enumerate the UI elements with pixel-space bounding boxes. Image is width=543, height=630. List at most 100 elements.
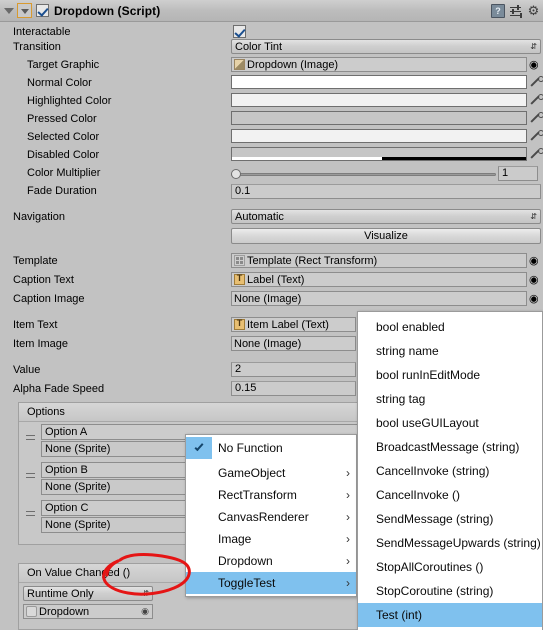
- template-value: Template (Rect Transform): [247, 254, 378, 267]
- item-text-field-wrap: Item Label (Text): [231, 317, 356, 332]
- label-interactable: Interactable: [13, 26, 71, 38]
- submenu-item-label: BroadcastMessage (string): [376, 440, 520, 454]
- event-target-row: Dropdown ◉: [19, 601, 383, 619]
- eyedropper-icon[interactable]: [529, 111, 543, 125]
- submenu-item-string-tag[interactable]: string tag: [358, 387, 542, 411]
- target-graphic-value: Dropdown (Image): [247, 58, 339, 71]
- menu-item-dropdown[interactable]: Dropdown ›: [186, 550, 356, 572]
- submenu-item-label: SendMessage (string): [376, 512, 494, 526]
- unity-inspector-panel: Dropdown (Script) ? ⚙ Interactable Trans…: [0, 0, 543, 630]
- label-value: Value: [13, 364, 41, 376]
- caption-image-object-field[interactable]: None (Image): [231, 291, 527, 306]
- transition-dropdown[interactable]: Color Tint ⇵: [231, 39, 541, 54]
- option-text-value: Option B: [45, 464, 88, 476]
- foldout-arrow-icon[interactable]: [4, 8, 14, 14]
- function-context-menu[interactable]: No Function GameObject › RectTransform ›…: [185, 434, 357, 597]
- chevron-updown-icon: ⇵: [142, 588, 149, 598]
- selected-color-swatch[interactable]: [231, 129, 527, 143]
- submenu-item-stopcoroutine-string[interactable]: StopCoroutine (string): [358, 579, 542, 603]
- object-picker-icon[interactable]: ◉: [529, 58, 539, 71]
- event-mode-dropdown[interactable]: Runtime Only ⇵: [23, 586, 153, 601]
- drag-handle-icon[interactable]: [26, 435, 35, 440]
- submenu-item-cancelinvoke-string[interactable]: CancelInvoke (string): [358, 459, 542, 483]
- caption-text-object-field[interactable]: Label (Text): [231, 272, 527, 287]
- label-normal-color: Normal Color: [27, 77, 92, 89]
- item-image-object-field[interactable]: None (Image): [231, 336, 356, 351]
- template-object-field[interactable]: Template (Rect Transform): [231, 253, 527, 268]
- object-picker-icon[interactable]: ◉: [529, 273, 539, 286]
- transition-dropdown-wrap: Color Tint ⇵: [231, 39, 541, 54]
- label-disabled-color: Disabled Color: [27, 149, 100, 161]
- drag-handle-icon[interactable]: [26, 473, 35, 478]
- function-submenu[interactable]: bool enabled string name bool runInEditM…: [357, 311, 543, 630]
- menu-item-canvasrenderer[interactable]: CanvasRenderer ›: [186, 506, 356, 528]
- menu-item-image[interactable]: Image ›: [186, 528, 356, 550]
- preset-sliders-icon[interactable]: [509, 4, 523, 18]
- slider-knob[interactable]: [231, 168, 241, 179]
- fade-duration-field[interactable]: 0.1: [231, 184, 541, 199]
- disabled-color-swatch[interactable]: [231, 147, 527, 161]
- help-book-icon[interactable]: ?: [491, 3, 505, 18]
- alpha-fade-speed-field[interactable]: 0.15: [231, 381, 356, 396]
- component-header[interactable]: Dropdown (Script) ? ⚙: [0, 0, 543, 22]
- object-picker-icon[interactable]: ◉: [529, 292, 539, 305]
- label-fade-duration: Fade Duration: [27, 185, 97, 197]
- gear-icon[interactable]: ⚙: [527, 4, 540, 17]
- submenu-item-stopallcoroutines[interactable]: StopAllCoroutines (): [358, 555, 542, 579]
- eyedropper-icon[interactable]: [529, 147, 543, 161]
- event-mode-value: Runtime Only: [27, 587, 94, 600]
- drag-handle-icon[interactable]: [26, 511, 35, 516]
- option-text-value: Option C: [45, 502, 89, 514]
- color-multiplier-value-field[interactable]: 1: [498, 166, 538, 181]
- chevron-right-icon: ›: [346, 488, 350, 502]
- pressed-color-swatch[interactable]: [231, 111, 527, 125]
- label-pressed-color: Pressed Color: [27, 113, 97, 125]
- submenu-item-broadcastmessage-string[interactable]: BroadcastMessage (string): [358, 435, 542, 459]
- submenu-item-sendmessage-string[interactable]: SendMessage (string): [358, 507, 542, 531]
- interactable-checkbox[interactable]: [233, 25, 246, 38]
- object-picker-icon[interactable]: ◉: [141, 606, 150, 617]
- submenu-item-label: bool enabled: [376, 320, 445, 334]
- eyedropper-icon[interactable]: [529, 93, 543, 107]
- label-template: Template: [13, 255, 58, 267]
- event-target-value: Dropdown: [39, 605, 90, 618]
- menu-item-no-function[interactable]: No Function: [186, 437, 356, 459]
- normal-color-swatch[interactable]: [231, 75, 527, 89]
- object-picker-icon[interactable]: ◉: [529, 254, 539, 267]
- menu-item-label: CanvasRenderer: [218, 510, 309, 524]
- header-icon-group: ? ⚙: [491, 3, 543, 18]
- slider-track: [231, 172, 496, 176]
- item-text-object-field[interactable]: Item Label (Text): [231, 317, 356, 332]
- submenu-item-test-int[interactable]: Test (int): [358, 603, 542, 627]
- navigation-dropdown[interactable]: Automatic ⇵: [231, 209, 541, 224]
- target-graphic-object-field[interactable]: Dropdown (Image): [231, 57, 527, 72]
- submenu-item-bool-enabled[interactable]: bool enabled: [358, 315, 542, 339]
- submenu-item-string-name[interactable]: string name: [358, 339, 542, 363]
- alpha-bar-fill: [232, 157, 382, 160]
- submenu-item-bool-runineditmode[interactable]: bool runInEditMode: [358, 363, 542, 387]
- menu-item-gameobject[interactable]: GameObject ›: [186, 462, 356, 484]
- submenu-item-label: SendMessageUpwards (string): [376, 536, 541, 550]
- visualize-button[interactable]: Visualize: [231, 228, 541, 244]
- color-multiplier-slider[interactable]: [231, 167, 496, 181]
- menu-item-toggletest[interactable]: ToggleTest ›: [186, 572, 356, 594]
- eyedropper-icon[interactable]: [529, 129, 543, 143]
- submenu-item-label: CancelInvoke (): [376, 488, 461, 502]
- component-enabled-checkbox[interactable]: [36, 4, 49, 17]
- highlighted-color-swatch[interactable]: [231, 93, 527, 107]
- chevron-right-icon: ›: [346, 532, 350, 546]
- item-image-field-wrap: None (Image): [231, 336, 356, 351]
- eyedropper-icon[interactable]: [529, 75, 543, 89]
- page-title: Dropdown (Script): [54, 3, 161, 18]
- label-color-multiplier: Color Multiplier: [27, 167, 101, 179]
- event-target-object-field[interactable]: Dropdown ◉: [23, 604, 153, 619]
- value-field[interactable]: 2: [231, 362, 356, 377]
- options-list-header[interactable]: Options: [19, 403, 383, 422]
- alpha-fade-speed-value: 0.15: [235, 382, 257, 394]
- submenu-item-sendmessageupwards-string[interactable]: SendMessageUpwards (string): [358, 531, 542, 555]
- submenu-item-cancelinvoke[interactable]: CancelInvoke (): [358, 483, 542, 507]
- submenu-item-bool-usegui-layout[interactable]: bool useGUILayout: [358, 411, 542, 435]
- alpha-fade-speed-field-wrap: 0.15: [231, 381, 356, 396]
- option-sprite-value: None (Sprite): [45, 443, 111, 455]
- menu-item-recttransform[interactable]: RectTransform ›: [186, 484, 356, 506]
